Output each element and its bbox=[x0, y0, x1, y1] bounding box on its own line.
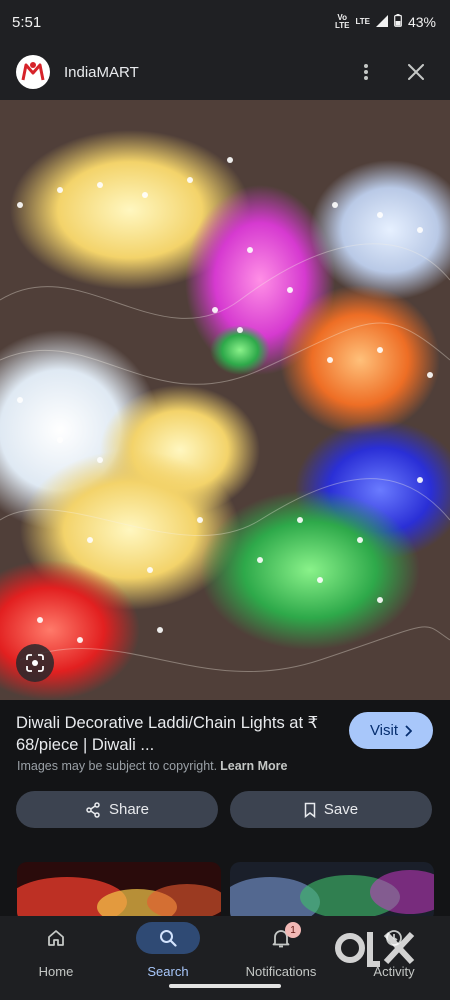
nav-notifications-label: Notifications bbox=[245, 964, 317, 979]
share-label: Share bbox=[108, 801, 150, 818]
result-image[interactable] bbox=[0, 100, 450, 700]
nav-home[interactable]: Home bbox=[0, 916, 112, 986]
result-title[interactable]: Diwali Decorative Laddi/Chain Lights at … bbox=[16, 712, 338, 756]
olx-watermark bbox=[334, 926, 418, 970]
learn-more-link[interactable]: Learn More bbox=[220, 759, 287, 773]
notification-badge: 1 bbox=[285, 922, 301, 938]
visit-button[interactable]: Visit bbox=[349, 712, 433, 749]
nav-notifications[interactable]: 1 Notifications bbox=[225, 916, 337, 986]
source-header: IndiaMART bbox=[0, 44, 450, 100]
save-button[interactable]: Save bbox=[230, 791, 432, 828]
close-icon[interactable] bbox=[398, 54, 434, 90]
save-label: Save bbox=[323, 801, 359, 818]
signal-icon bbox=[375, 14, 388, 30]
copyright-notice: Images may be subject to copyright. Learn… bbox=[17, 759, 288, 773]
result-info: Diwali Decorative Laddi/Chain Lights at … bbox=[0, 700, 450, 928]
share-icon bbox=[86, 801, 100, 818]
related-image-2[interactable] bbox=[230, 862, 434, 922]
nav-search[interactable]: Search bbox=[112, 916, 224, 986]
lights-photo bbox=[0, 100, 450, 700]
status-bar: 5:51 Vo LTE LTE 43% bbox=[0, 0, 450, 44]
copyright-text: Images may be subject to copyright. bbox=[17, 759, 218, 773]
nav-search-label: Search bbox=[147, 964, 189, 979]
site-name[interactable]: IndiaMART bbox=[64, 64, 334, 81]
battery-icon bbox=[394, 14, 402, 30]
bookmark-icon bbox=[304, 802, 316, 818]
bell-icon: 1 bbox=[249, 922, 313, 954]
chevron-right-icon bbox=[405, 724, 413, 737]
status-time: 5:51 bbox=[12, 13, 42, 31]
battery-percent: 43% bbox=[407, 14, 436, 30]
volte-lte-label: LTE bbox=[334, 21, 350, 30]
home-icon bbox=[24, 922, 88, 954]
nav-home-label: Home bbox=[38, 964, 74, 979]
more-vert-icon[interactable] bbox=[348, 54, 384, 90]
share-button[interactable]: Share bbox=[16, 791, 218, 828]
search-icon bbox=[136, 922, 200, 954]
indiamart-logo bbox=[16, 55, 50, 89]
lens-icon[interactable] bbox=[16, 644, 54, 682]
visit-label: Visit bbox=[369, 722, 399, 739]
lte-label: LTE bbox=[355, 17, 370, 26]
volte-icon: Vo LTE bbox=[335, 14, 350, 30]
related-image-1[interactable] bbox=[17, 862, 221, 922]
gesture-bar bbox=[169, 984, 281, 988]
status-icons: Vo LTE LTE 43% bbox=[335, 14, 436, 31]
